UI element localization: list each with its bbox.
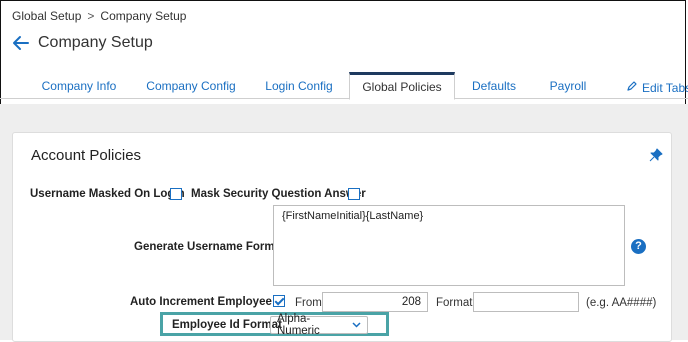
employee-id-format-value: Alpha-Numeric	[277, 313, 320, 337]
pin-icon[interactable]	[649, 148, 663, 167]
tab-global-policies[interactable]: Global Policies	[349, 72, 455, 100]
tab-defaults[interactable]: Defaults	[464, 72, 524, 98]
username-masked-checkbox[interactable]	[170, 188, 182, 200]
format-hint: (e.g. AA####)	[586, 297, 657, 309]
mask-security-label: Mask Security Question Answer	[191, 188, 366, 200]
title-row: Company Setup	[12, 34, 153, 52]
page-title: Company Setup	[38, 34, 153, 51]
from-input[interactable]: 208	[322, 292, 428, 312]
auto-increment-label: Auto Increment Employee Id	[130, 296, 286, 308]
pencil-icon	[626, 80, 642, 95]
format-label: Format	[436, 297, 473, 309]
edit-tabs-link[interactable]: Edit Tabs	[626, 80, 688, 95]
tab-payroll[interactable]: Payroll	[540, 72, 596, 98]
tab-company-config[interactable]: Company Config	[140, 72, 242, 98]
card-title: Account Policies	[31, 147, 142, 164]
breadcrumb-current: Company Setup	[100, 9, 187, 23]
from-label: From	[295, 297, 322, 309]
generate-username-textarea[interactable]: {FirstNameInitial}{LastName}	[273, 205, 625, 286]
employee-id-format-label: Employee Id Format	[172, 319, 282, 331]
mask-security-checkbox[interactable]	[348, 188, 360, 200]
arrow-left-icon[interactable]	[12, 34, 30, 52]
chevron-down-icon	[352, 319, 361, 331]
format-input[interactable]	[473, 292, 579, 312]
question-circle-icon[interactable]: ?	[631, 239, 646, 254]
edit-tabs-label: Edit Tabs	[642, 80, 688, 95]
tab-company-info[interactable]: Company Info	[36, 72, 122, 98]
generate-username-label: Generate Username Format	[134, 241, 285, 253]
breadcrumb: Global Setup > Company Setup	[12, 9, 186, 23]
auto-increment-checkbox[interactable]	[273, 295, 285, 307]
breadcrumb-root[interactable]: Global Setup	[12, 9, 81, 23]
employee-id-format-select[interactable]: Alpha-Numeric	[270, 313, 368, 337]
username-masked-label: Username Masked On Login	[30, 188, 185, 200]
tab-login-config[interactable]: Login Config	[258, 72, 340, 98]
tab-bar: Company Info Company Config Login Config…	[0, 72, 688, 100]
breadcrumb-separator: >	[87, 9, 95, 23]
